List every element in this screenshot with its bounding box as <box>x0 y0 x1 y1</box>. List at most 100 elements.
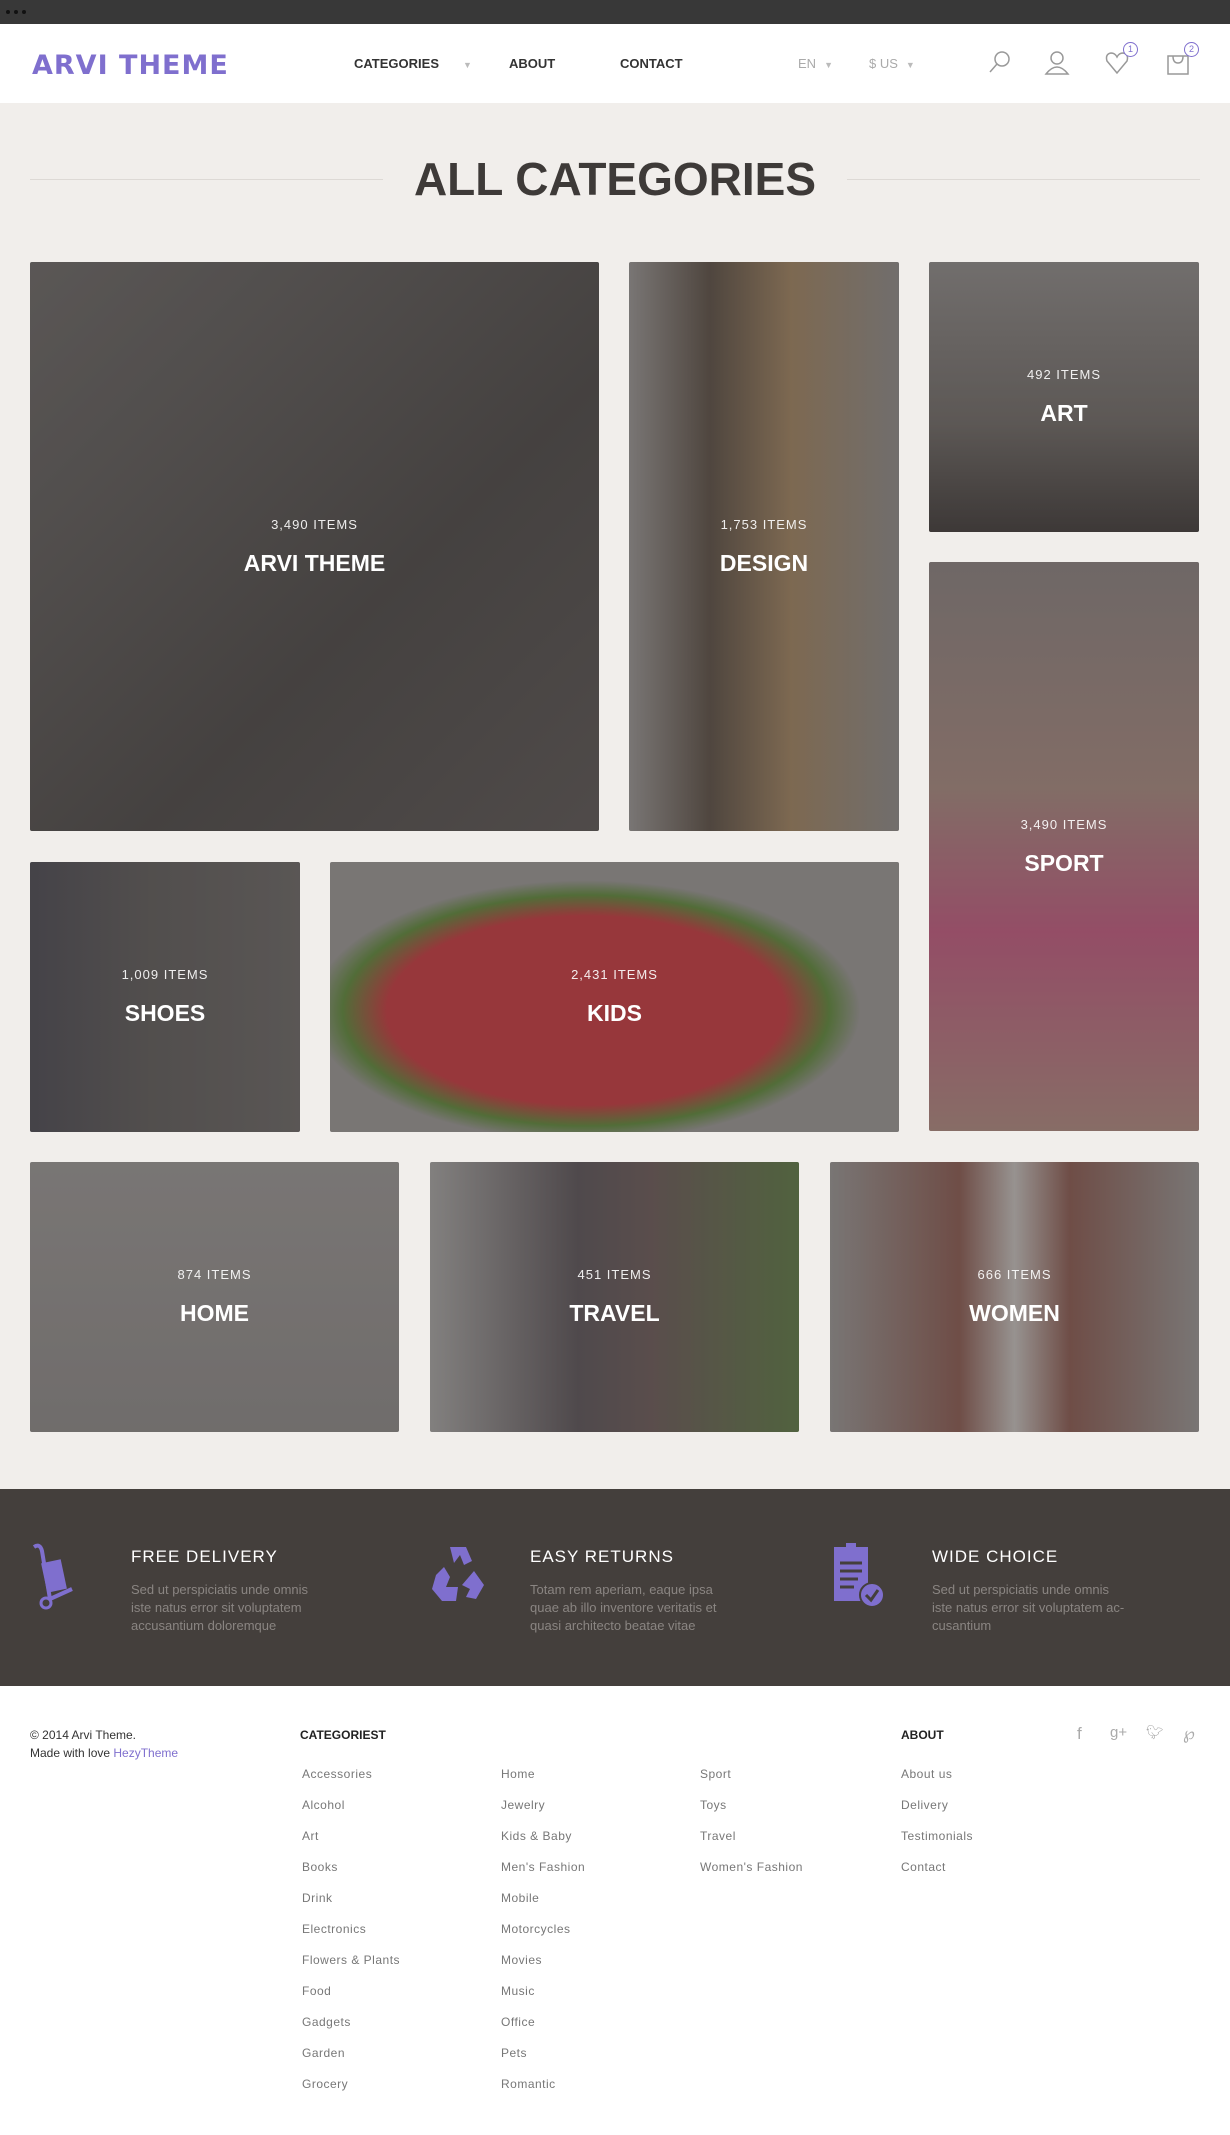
caret-down-icon: ▼ <box>463 60 472 70</box>
footer-category-link[interactable]: Music <box>501 1984 535 1998</box>
feature-title: EASY RETURNS <box>530 1547 674 1566</box>
footer-category-link[interactable]: Gadgets <box>302 2015 351 2029</box>
feature-description: Totam rem aperiam, eaque ipsa quae ab ill… <box>530 1582 717 1633</box>
category-tile-sport[interactable]: 3,490 ITEMS SPORT <box>929 562 1199 1131</box>
footer-about-link[interactable]: Delivery <box>901 1798 948 1812</box>
tile-name: SPORT <box>1024 849 1104 876</box>
footer-category-link[interactable]: Motorcycles <box>501 1922 571 1936</box>
clipboard-check-icon <box>832 1541 892 1611</box>
tile-name: WOMEN <box>969 1300 1060 1326</box>
features-band: FREE DELIVERY Sed ut perspiciatis unde o… <box>0 1489 1230 1686</box>
footer-about-link[interactable]: Testimonials <box>901 1829 973 1843</box>
window-dot <box>22 10 26 14</box>
footer-category-link[interactable]: Mobile <box>501 1891 539 1905</box>
window-dot <box>14 10 18 14</box>
footer-category-link[interactable]: Pets <box>501 2046 527 2060</box>
page-title: ALL CATEGORIES <box>413 153 817 205</box>
tile-count: 874 ITEMS <box>177 1267 252 1282</box>
currency-value: $ US <box>869 56 898 71</box>
tile-count: 3,490 ITEMS <box>1020 816 1108 832</box>
category-tile-arvi-theme[interactable]: 3,490 ITEMS ARVI THEME <box>30 262 599 831</box>
footer-category-link[interactable]: Accessories <box>302 1767 372 1781</box>
footer-about-heading: ABOUT <box>901 1728 944 1742</box>
tile-name: HOME <box>180 1300 249 1326</box>
facebook-icon[interactable]: f <box>1077 1724 1082 1744</box>
tile-count: 666 ITEMS <box>977 1267 1052 1282</box>
currency-select[interactable]: $ US ▼ <box>869 56 915 71</box>
tile-name: DESIGN <box>719 549 809 576</box>
footer-categories-heading: CATEGORIEST <box>300 1728 386 1742</box>
footer-copyright: © 2014 Arvi Theme. Made with love HezyThe… <box>30 1728 179 1760</box>
footer-category-link[interactable]: Garden <box>302 2046 345 2060</box>
footer-category-link[interactable]: Alcohol <box>302 1798 345 1812</box>
wishlist-button[interactable]: 1 <box>1102 42 1138 78</box>
google-plus-icon[interactable]: g+ <box>1110 1724 1127 1741</box>
nav-label: CATEGORIES <box>354 56 439 71</box>
footer-category-link[interactable]: Flowers & Plants <box>302 1953 400 1967</box>
window-dot <box>6 10 10 14</box>
category-tile-kids[interactable]: 2,431 ITEMS KIDS <box>330 862 899 1132</box>
tile-count: 492 ITEMS <box>1026 367 1102 382</box>
footer-category-link[interactable]: Grocery <box>302 2077 348 2091</box>
footer-about-link[interactable]: About us <box>901 1767 952 1781</box>
nav-about[interactable]: ABOUT <box>509 56 555 71</box>
caret-down-icon: ▼ <box>905 60 915 70</box>
footer-category-link[interactable]: Romantic <box>501 2077 556 2091</box>
footer-category-link[interactable]: Art <box>302 1829 319 1843</box>
pinterest-icon[interactable]: ℘ <box>1183 1724 1195 1744</box>
caret-down-icon: ▼ <box>824 60 833 70</box>
footer-category-link[interactable]: Books <box>302 1860 338 1874</box>
tile-name: KIDS <box>587 1000 642 1026</box>
feature-description: Sed ut perspiciatis unde omnis iste natus… <box>932 1582 1125 1633</box>
language-select[interactable]: EN ▼ <box>798 56 833 71</box>
footer-category-link[interactable]: Sport <box>700 1767 731 1781</box>
tile-name: ART <box>1040 400 1088 426</box>
footer-category-link[interactable]: Movies <box>501 1953 542 1967</box>
search-icon <box>989 51 1010 73</box>
footer-category-link[interactable]: Home <box>501 1767 535 1781</box>
hezytheme-link[interactable]: HezyTheme <box>113 1746 178 1760</box>
footer-category-link[interactable]: Jewelry <box>501 1798 545 1812</box>
cart-button[interactable]: 2 <box>1163 42 1199 78</box>
tile-count: 2,431 ITEMS <box>571 967 658 982</box>
category-tile-design[interactable]: 1,753 ITEMS DESIGN <box>629 262 899 831</box>
tile-count: 451 ITEMS <box>577 1267 652 1282</box>
wishlist-badge: 1 <box>1123 42 1138 57</box>
footer-category-link[interactable]: Drink <box>302 1891 333 1905</box>
account-button[interactable] <box>1042 48 1072 78</box>
hand-truck-icon <box>30 1541 90 1611</box>
footer-category-link[interactable]: Food <box>302 1984 331 1998</box>
feature-title: FREE DELIVERY <box>131 1547 278 1566</box>
feature-description: Sed ut perspiciatis unde omnis iste natus… <box>131 1582 309 1633</box>
cart-badge: 2 <box>1184 42 1199 57</box>
tile-count: 3,490 ITEMS <box>271 516 358 532</box>
recycle-icon <box>430 1541 490 1611</box>
footer-about-link[interactable]: Contact <box>901 1860 946 1874</box>
tile-count: 1,753 ITEMS <box>720 516 808 532</box>
footer-category-link[interactable]: Travel <box>700 1829 736 1843</box>
category-tile-travel[interactable]: 451 ITEMS TRAVEL <box>430 1162 799 1432</box>
twitter-icon[interactable]: 🐦︎ <box>1146 1724 1164 1741</box>
feature-title: WIDE CHOICE <box>932 1547 1059 1566</box>
logo[interactable]: ARVI THEME <box>32 50 229 81</box>
category-tile-women[interactable]: 666 ITEMS WOMEN <box>830 1162 1199 1432</box>
tile-count: 1,009 ITEMS <box>121 967 209 982</box>
user-icon <box>1044 51 1070 75</box>
language-value: EN <box>798 56 817 71</box>
site-header: ARVI THEME CATEGORIES ▼ ABOUT CONTACT EN ▼… <box>0 24 1230 103</box>
footer <box>0 1686 1230 2135</box>
category-tile-art[interactable]: 492 ITEMS ART <box>929 262 1199 532</box>
category-tile-home[interactable]: 874 ITEMS HOME <box>30 1162 399 1432</box>
window-titlebar <box>0 0 1230 24</box>
footer-category-link[interactable]: Kids & Baby <box>501 1829 572 1843</box>
footer-category-link[interactable]: Men's Fashion <box>501 1860 585 1874</box>
search-button[interactable] <box>984 48 1014 78</box>
nav-categories[interactable]: CATEGORIES ▼ <box>354 56 472 71</box>
footer-category-link[interactable]: Office <box>501 2015 535 2029</box>
tile-name: SHOES <box>124 1000 206 1026</box>
footer-category-link[interactable]: Toys <box>700 1798 727 1812</box>
footer-category-link[interactable]: Electronics <box>302 1922 366 1936</box>
category-tile-shoes[interactable]: 1,009 ITEMS SHOES <box>30 862 300 1132</box>
nav-contact[interactable]: CONTACT <box>620 56 683 71</box>
footer-category-link[interactable]: Women's Fashion <box>700 1860 803 1874</box>
